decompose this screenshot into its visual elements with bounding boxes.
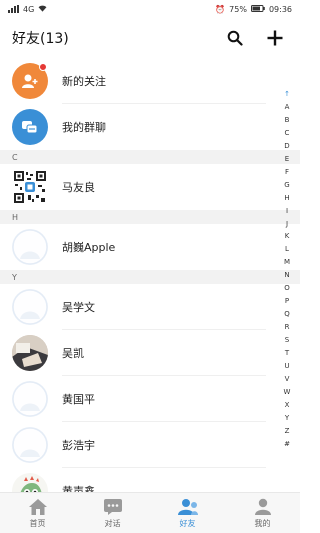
index-letter[interactable]: I — [286, 205, 288, 218]
red-dot-badge — [39, 63, 47, 71]
index-letter[interactable]: L — [285, 243, 289, 256]
section-header-c: C — [0, 150, 300, 164]
index-letter[interactable]: R — [285, 321, 290, 334]
tab-chat[interactable]: 对话 — [75, 493, 150, 533]
index-letter[interactable]: F — [285, 166, 289, 179]
index-letter[interactable]: W — [284, 386, 291, 399]
index-letter[interactable]: B — [285, 114, 290, 127]
index-letter[interactable]: P — [285, 295, 289, 308]
status-left: 4G — [8, 5, 47, 14]
friends-icon — [177, 498, 198, 515]
default-avatar-icon — [12, 381, 48, 417]
group-chat-label: 我的群聊 — [62, 121, 106, 134]
section-header-h: H — [0, 210, 300, 224]
index-letter[interactable]: O — [284, 282, 290, 295]
profile-icon — [254, 498, 271, 515]
qr-code-avatar — [12, 169, 48, 205]
default-avatar-icon — [12, 289, 48, 325]
status-right: ⏰ 75% 09:36 — [215, 4, 292, 14]
section-header-y: Y — [0, 270, 300, 284]
search-icon — [227, 30, 243, 46]
index-letter[interactable]: X — [285, 399, 290, 412]
index-letter[interactable]: E — [285, 153, 289, 166]
new-follow-item[interactable]: 新的关注 — [0, 58, 300, 104]
friend-row[interactable]: 吴学文 — [0, 284, 300, 330]
friend-name: 黄国平 — [62, 393, 95, 406]
default-avatar-icon — [12, 427, 48, 463]
chat-icon — [103, 498, 122, 515]
index-letter[interactable]: C — [285, 127, 290, 140]
default-avatar-icon — [12, 229, 48, 265]
friend-name: 黄声鑫 — [62, 485, 95, 492]
friend-name: 胡巍Apple — [62, 241, 116, 254]
clock: 09:36 — [268, 4, 292, 14]
battery-percent: 75% — [229, 4, 247, 14]
header: 好友(13) — [0, 20, 300, 56]
new-follow-avatar — [12, 63, 48, 99]
plus-icon — [267, 30, 283, 46]
index-letter[interactable]: T — [285, 347, 289, 360]
index-letter[interactable]: N — [284, 269, 289, 282]
alphabet-index[interactable]: ↑ A B C D E F G H I J K L M N O P Q R S T U V W X Y Z # — [280, 88, 294, 451]
friend-row[interactable]: 吴凯 — [0, 330, 300, 376]
index-letter[interactable]: G — [284, 179, 289, 192]
index-letter[interactable]: H — [284, 192, 289, 205]
home-icon — [28, 498, 47, 515]
friend-row[interactable]: 胡巍Apple — [0, 224, 300, 270]
friend-name: 吴学文 — [62, 301, 95, 314]
index-letter[interactable]: D — [284, 140, 289, 153]
add-button[interactable] — [262, 25, 288, 51]
photo-avatar — [12, 335, 48, 371]
index-letter[interactable]: A — [285, 101, 290, 114]
dinosaur-avatar — [12, 473, 48, 492]
tab-profile[interactable]: 我的 — [225, 493, 300, 533]
tab-friends[interactable]: 好友 — [150, 493, 225, 533]
index-letter[interactable]: J — [286, 218, 288, 231]
tab-chat-label: 对话 — [104, 518, 121, 528]
tab-friends-label: 好友 — [179, 518, 196, 528]
search-button[interactable] — [222, 25, 248, 51]
friend-row[interactable]: 马友良 — [0, 164, 300, 210]
index-letter[interactable]: Z — [285, 425, 290, 438]
tab-profile-label: 我的 — [254, 518, 271, 528]
battery-icon — [250, 4, 265, 14]
friend-row[interactable]: 彭浩宇 — [0, 422, 300, 468]
tab-home[interactable]: 首页 — [0, 493, 75, 533]
bottom-tab-bar: 首页 对话 好友 我的 — [0, 492, 300, 533]
index-letter[interactable]: M — [284, 256, 290, 269]
group-chat-icon — [12, 109, 48, 145]
friend-row[interactable]: 黄声鑫 — [0, 468, 300, 492]
friend-row[interactable]: 黄国平 — [0, 376, 300, 422]
group-chat-item[interactable]: 我的群聊 — [0, 104, 300, 150]
alarm-icon: ⏰ — [215, 4, 226, 14]
index-letter[interactable]: K — [285, 230, 290, 243]
signal-icon — [8, 5, 19, 13]
friend-name: 吴凯 — [62, 347, 84, 360]
tab-home-label: 首页 — [29, 518, 46, 528]
index-letter[interactable]: V — [285, 373, 290, 386]
wifi-icon — [38, 5, 47, 14]
friend-name: 彭浩宇 — [62, 439, 95, 452]
network-label: 4G — [23, 4, 35, 14]
index-letter[interactable]: # — [284, 438, 290, 451]
friend-list[interactable]: 新的关注 我的群聊 C 马友良 H 胡巍Apple Y 吴学文 吴凯 黄国平 彭… — [0, 58, 300, 492]
index-letter[interactable]: S — [285, 334, 289, 347]
index-top-arrow[interactable]: ↑ — [284, 88, 290, 101]
status-bar: 4G ⏰ 75% 09:36 — [0, 0, 300, 18]
index-letter[interactable]: Y — [285, 412, 289, 425]
new-follow-label: 新的关注 — [62, 75, 106, 88]
index-letter[interactable]: U — [284, 360, 289, 373]
friend-name: 马友良 — [62, 181, 95, 194]
index-letter[interactable]: Q — [284, 308, 290, 321]
page-title: 好友(13) — [12, 31, 69, 47]
